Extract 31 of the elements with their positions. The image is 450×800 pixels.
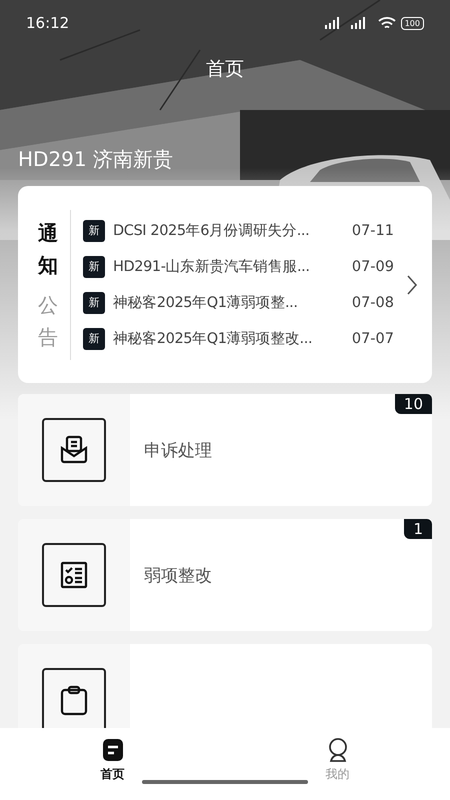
clipboard-icon bbox=[58, 684, 90, 716]
notice-date: 07-09 bbox=[352, 258, 394, 274]
dealer-name: HD291 济南新贵 bbox=[18, 146, 173, 173]
chevron-right-icon[interactable] bbox=[406, 274, 418, 296]
new-tag: 新 bbox=[83, 292, 105, 314]
new-tag: 新 bbox=[83, 220, 105, 242]
module-card[interactable]: 申诉处理 10 bbox=[18, 394, 432, 506]
notice-date: 07-08 bbox=[352, 294, 394, 310]
notice-date: 07-11 bbox=[352, 222, 394, 238]
user-icon bbox=[326, 738, 348, 762]
checklist-icon bbox=[60, 561, 88, 589]
wifi-icon bbox=[378, 16, 396, 30]
module-title: 弱项整改 bbox=[144, 564, 212, 586]
home-tab-icon bbox=[102, 738, 124, 762]
battery-level: 100 bbox=[400, 16, 424, 30]
notice-title[interactable]: DCSI 2025年6月份调研失分... bbox=[113, 221, 344, 240]
notice-heading: 公告 bbox=[38, 292, 58, 350]
notice-title[interactable]: 神秘客2025年Q1薄弱项整改... bbox=[113, 329, 344, 348]
notice-title[interactable]: 神秘客2025年Q1薄弱项整... bbox=[113, 293, 344, 312]
status-time: 16:12 bbox=[26, 14, 70, 32]
notice-title[interactable]: HD291-山东新贵汽车销售服... bbox=[113, 257, 344, 276]
mail-document-icon bbox=[58, 434, 90, 466]
count-badge: 10 bbox=[394, 394, 432, 414]
notice-date: 07-07 bbox=[352, 330, 394, 346]
page-title: 首页 bbox=[205, 57, 245, 82]
new-tag: 新 bbox=[83, 328, 105, 350]
notice-heading: 通知 bbox=[38, 220, 58, 278]
new-tag: 新 bbox=[83, 256, 105, 278]
count-badge: 1 bbox=[404, 519, 432, 539]
module-card[interactable]: 弱项整改 1 bbox=[18, 519, 432, 631]
module-title: 申诉处理 bbox=[144, 440, 212, 462]
